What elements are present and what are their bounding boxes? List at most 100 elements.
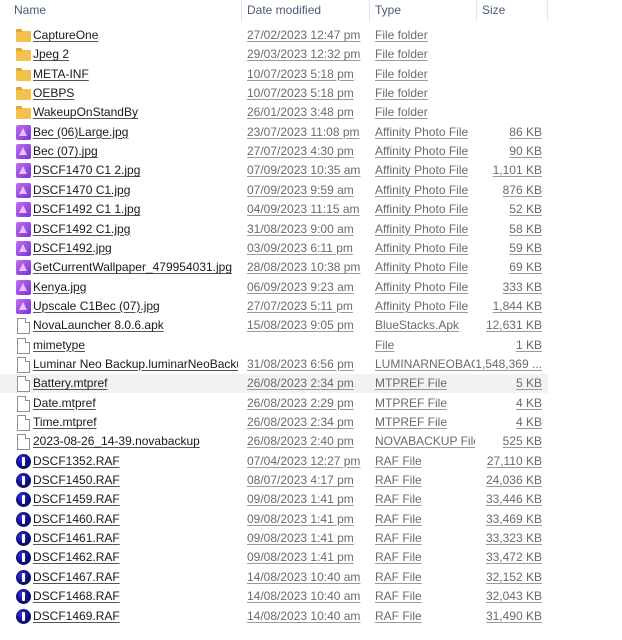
file-size: 31,490 KB [485, 608, 542, 623]
raf-icon [16, 550, 31, 566]
file-date-modified: 27/02/2023 12:47 pm [247, 28, 361, 42]
file-size: 59 KB [509, 240, 542, 255]
file-row[interactable]: Jpeg 2 29/03/2023 12:32 pm File folder [0, 45, 548, 64]
file-row[interactable]: META-INF 10/07/2023 5:18 pm File folder [0, 65, 548, 84]
column-header-date[interactable]: Date modified [247, 0, 365, 22]
file-date-modified [247, 336, 365, 355]
file-name: DSCF1492 C1.jpg [33, 221, 131, 236]
file-row[interactable]: DSCF1461.RAF 09/08/2023 1:41 pm RAF File 33… [0, 529, 548, 548]
column-header-type[interactable]: Type [375, 0, 475, 22]
file-size: 1 KB [515, 337, 542, 352]
file-name: Date.mtpref [33, 395, 96, 410]
file-row[interactable]: DSCF1468.RAF 14/08/2023 10:40 am RAF File 3… [0, 587, 548, 606]
file-row[interactable]: DSCF1470 C1 2.jpg 07/09/2023 10:35 am Affi… [0, 161, 548, 180]
column-header-name[interactable]: Name [14, 0, 240, 22]
file-date-modified: 09/08/2023 1:41 pm [247, 492, 354, 507]
file-date-modified: 03/09/2023 6:11 pm [247, 240, 353, 255]
column-divider[interactable] [241, 0, 242, 22]
file-row[interactable]: Upscale C1Bec (07).jpg 27/07/2023 5:11 pm… [0, 297, 548, 316]
file-row[interactable]: Kenya.jpg 06/09/2023 9:23 am Affinity Phot… [0, 278, 548, 297]
folder-icon [16, 47, 31, 62]
file-date-modified: 26/08/2023 2:40 pm [247, 434, 354, 449]
file-size [452, 84, 542, 103]
file-size: 33,323 KB [485, 531, 542, 546]
file-name: GetCurrentWallpaper_479954031.jpg [33, 260, 233, 275]
file-size: 33,446 KB [485, 492, 542, 507]
file-date-modified: 26/08/2023 2:34 pm [247, 415, 354, 429]
file-row[interactable]: DSCF1460.RAF 09/08/2023 1:41 pm RAF File 33… [0, 510, 548, 529]
file-size: 32,043 KB [485, 589, 542, 604]
raf-icon [16, 453, 31, 469]
file-name: WakeupOnStandBy [33, 105, 138, 120]
raf-icon [16, 569, 31, 585]
file-name: DSCF1470 C1 2.jpg [33, 163, 141, 178]
file-date-modified: 26/01/2023 3:48 pm [247, 105, 354, 120]
file-row[interactable]: Bec (06)Large.jpg 23/07/2023 11:08 pm Affi… [0, 123, 548, 142]
file-row[interactable]: DSCF1469.RAF 14/08/2023 10:40 am RAF File 3… [0, 607, 548, 626]
affinity-photo-icon [16, 279, 31, 295]
file-row[interactable]: DSCF1352.RAF 07/04/2023 12:27 pm RAF File 2… [0, 452, 548, 471]
file-name: OEBPS [33, 86, 75, 101]
file-size: 27,110 KB [486, 453, 542, 468]
file-row[interactable]: mimetype File 1 KB [0, 336, 548, 355]
file-date-modified: 14/08/2023 10:40 am [247, 589, 361, 604]
file-icon [17, 356, 30, 373]
file-icon [17, 434, 30, 451]
file-size: 33,472 KB [485, 550, 542, 565]
file-row[interactable]: Bec (07).jpg 27/07/2023 4:30 pm Affinity P… [0, 142, 548, 161]
file-row[interactable]: Battery.mtpref 26/08/2023 2:34 pm MTPREF F… [0, 374, 548, 394]
file-row[interactable]: DSCF1462.RAF 09/08/2023 1:41 pm RAF File 33… [0, 548, 548, 567]
file-row[interactable]: DSCF1492 C1 1.jpg 04/09/2023 11:15 am Affi… [0, 200, 548, 219]
file-size: 52 KB [509, 202, 542, 217]
file-name: Kenya.jpg [33, 279, 87, 294]
file-size [452, 26, 542, 45]
file-icon [17, 318, 30, 335]
file-name: DSCF1459.RAF [33, 492, 120, 507]
file-size: 1,548,369 ... [475, 356, 542, 371]
file-row[interactable]: NovaLauncher 8.0.6.apk 15/08/2023 9:05 pm… [0, 316, 548, 335]
folder-icon [16, 86, 31, 101]
file-row[interactable]: DSCF1467.RAF 14/08/2023 10:40 am RAF File 3… [0, 568, 548, 587]
file-size: 86 KB [509, 124, 542, 139]
file-name: mimetype [33, 337, 86, 352]
file-row[interactable]: CaptureOne 27/02/2023 12:47 pm File folder [0, 26, 548, 45]
affinity-photo-icon [16, 144, 31, 160]
column-divider[interactable] [476, 0, 477, 22]
file-row[interactable]: DSCF1492.jpg 03/09/2023 6:11 pm Affinity P… [0, 239, 548, 258]
file-row[interactable]: DSCF1492 C1.jpg 31/08/2023 9:00 am Affinit… [0, 220, 548, 239]
file-icon [17, 376, 30, 393]
file-size [452, 103, 542, 122]
file-row[interactable]: GetCurrentWallpaper_479954031.jpg 28/08/2… [0, 258, 548, 277]
affinity-photo-icon [16, 240, 31, 256]
affinity-photo-icon [16, 202, 31, 218]
file-name: Luminar Neo Backup.luminarNeoBackup [33, 356, 238, 371]
file-size: 5 KB [515, 376, 542, 391]
file-date-modified: 28/08/2023 10:38 pm [247, 260, 361, 275]
file-row[interactable]: DSCF1470 C1.jpg 07/09/2023 9:59 am Affinit… [0, 181, 548, 200]
file-date-modified: 26/08/2023 2:29 pm [247, 395, 354, 410]
file-row[interactable]: DSCF1459.RAF 09/08/2023 1:41 pm RAF File 33… [0, 490, 548, 509]
file-size: 32,152 KB [485, 569, 542, 584]
file-name: DSCF1450.RAF [33, 473, 120, 488]
raf-icon [16, 608, 31, 624]
file-date-modified: 29/03/2023 12:32 pm [247, 47, 361, 62]
column-header-size[interactable]: Size [482, 0, 542, 22]
file-row[interactable]: Time.mtpref 26/08/2023 2:34 pm MTPREF File… [0, 413, 548, 432]
file-name: DSCF1467.RAF [33, 569, 120, 584]
file-row[interactable]: WakeupOnStandBy 26/01/2023 3:48 pm File fo… [0, 103, 548, 122]
file-date-modified: 08/07/2023 4:17 pm [247, 473, 354, 488]
file-row[interactable]: Luminar Neo Backup.luminarNeoBackup 31/08… [0, 355, 548, 374]
file-row[interactable]: 2023-08-26_14-39.novabackup 26/08/2023 2:… [0, 432, 548, 451]
raf-icon [16, 589, 31, 605]
column-divider[interactable] [547, 0, 548, 22]
file-name: Bec (06)Large.jpg [33, 124, 129, 139]
file-row[interactable]: DSCF1450.RAF 08/07/2023 4:17 pm RAF File 24… [0, 471, 548, 490]
affinity-photo-icon [16, 298, 31, 314]
file-name: META-INF [33, 66, 89, 81]
affinity-photo-icon [16, 163, 31, 179]
file-row[interactable]: OEBPS 10/07/2023 5:18 pm File folder [0, 84, 548, 103]
file-row[interactable]: Date.mtpref 26/08/2023 2:29 pm MTPREF File… [0, 394, 548, 413]
column-divider[interactable] [369, 0, 370, 22]
file-date-modified: 04/09/2023 11:15 am [247, 202, 360, 217]
file-name: DSCF1469.RAF [33, 608, 120, 623]
